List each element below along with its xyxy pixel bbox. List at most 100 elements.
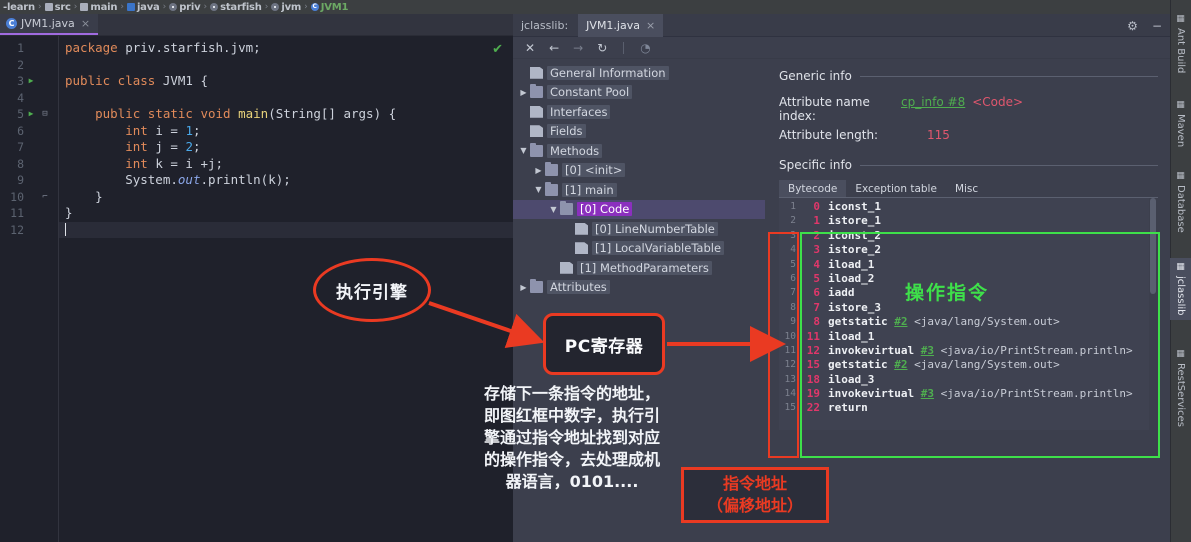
tree-node-1methodparameters[interactable]: [1] MethodParameters: [513, 258, 765, 278]
chevron-right-icon[interactable]: ▶: [517, 88, 530, 97]
gutter-line[interactable]: 5 ▶ ⊟: [0, 106, 58, 123]
toolwindow-button-maven[interactable]: ▦ Maven: [1170, 96, 1191, 151]
gutter-line[interactable]: 7: [0, 139, 58, 156]
gutter-line[interactable]: 2: [0, 57, 58, 74]
tree-node-attributes[interactable]: ▶ Attributes: [513, 278, 765, 298]
bytecode-instruction[interactable]: iadd: [828, 286, 1158, 300]
tree-node-0code[interactable]: ▼ [0] Code: [513, 199, 765, 219]
tab-misc[interactable]: Misc: [946, 180, 987, 197]
bytecode-scrollbar[interactable]: [1149, 198, 1158, 430]
bytecode-instruction[interactable]: getstatic #2 <java/lang/System.out>: [828, 315, 1158, 329]
gutter-line[interactable]: 9: [0, 172, 58, 189]
bytecode-instruction[interactable]: iload_2: [828, 272, 1158, 286]
bytecode-instruction[interactable]: return: [828, 401, 1158, 415]
chevron-right-icon[interactable]: ▶: [517, 283, 530, 292]
forward-icon[interactable]: →: [573, 41, 583, 55]
cp-info-link[interactable]: cp_info #8: [901, 95, 965, 109]
code-line[interactable]: }: [59, 205, 513, 222]
gutter-line[interactable]: 11: [0, 205, 58, 222]
jclasslib-file-tab[interactable]: JVM1.java ×: [578, 13, 664, 37]
fold-icon[interactable]: ⊟: [38, 109, 52, 119]
tree-node-interfaces[interactable]: Interfaces: [513, 102, 765, 122]
jclasslib-tree[interactable]: General Information ▶ Constant Pool Interfa…: [513, 59, 765, 542]
bytecode-instruction[interactable]: invokevirtual #3 <java/io/PrintStream.pr…: [828, 387, 1158, 401]
breadcrumb-item-starfish[interactable]: starfish: [209, 2, 263, 13]
reload-icon[interactable]: ↻: [597, 41, 607, 55]
editor-tab-jvm1[interactable]: C JVM1.java ×: [0, 14, 99, 35]
bytecode-instruction[interactable]: istore_3: [828, 301, 1158, 315]
code-area[interactable]: 1 2 3 ▶ 4 5 ▶ ⊟ 6 7 8 9 10 ⌐ 11 12 package priv.starfis…: [0, 36, 513, 542]
code-line[interactable]: int j = 2;: [59, 139, 513, 156]
bytecode-instruction[interactable]: iconst_1: [828, 200, 1158, 214]
bytecode-instruction[interactable]: iload_3: [828, 373, 1158, 387]
gutter-line[interactable]: 12: [0, 222, 58, 239]
bytecode-instruction[interactable]: getstatic #2 <java/lang/System.out>: [828, 358, 1158, 372]
toolwindow-button-jclasslib[interactable]: ▦ jclasslib: [1170, 258, 1191, 320]
gutter-line[interactable]: 8: [0, 156, 58, 173]
code-line[interactable]: public class JVM1 {: [59, 73, 513, 90]
constant-pool-ref[interactable]: #3: [921, 344, 934, 357]
gutter-line[interactable]: 1: [0, 40, 58, 57]
tree-node-generalinformation[interactable]: General Information: [513, 63, 765, 83]
bytecode-instruction[interactable]: istore_2: [828, 243, 1158, 257]
close-icon[interactable]: ✕: [525, 41, 535, 55]
scrollbar-thumb[interactable]: [1150, 198, 1156, 294]
gear-icon[interactable]: ⚙: [1127, 19, 1138, 33]
breadcrumb-item-src[interactable]: src: [44, 2, 72, 13]
run-gutter-icon[interactable]: ▶: [24, 73, 38, 89]
editor-code[interactable]: package priv.starfish.jvm; public class J…: [58, 36, 513, 542]
gutter-line[interactable]: 3 ▶: [0, 73, 58, 90]
tree-node-fields[interactable]: Fields: [513, 122, 765, 142]
bytecode-instruction[interactable]: iload_1: [828, 258, 1158, 272]
tree-node-0linenumbertable[interactable]: [0] LineNumberTable: [513, 219, 765, 239]
bytecode-instruction[interactable]: istore_1: [828, 214, 1158, 228]
bytecode-tabs[interactable]: Bytecode Exception table Misc: [779, 180, 1158, 198]
bytecode-view[interactable]: 1 2 3 4 5 6 7 8 9 10 11 12 13 14 15 0 1 2 3 4 5 6 7 8 11 12 15 18 1…: [779, 198, 1158, 430]
breadcrumb-item-learn[interactable]: -learn: [2, 2, 36, 13]
code-line[interactable]: int k = i +j;: [59, 156, 513, 173]
tab-exception-table[interactable]: Exception table: [846, 180, 946, 197]
tree-node-constantpool[interactable]: ▶ Constant Pool: [513, 83, 765, 103]
chevron-down-icon[interactable]: ▼: [532, 185, 545, 194]
code-line[interactable]: }: [59, 189, 513, 206]
constant-pool-ref[interactable]: #2: [894, 358, 907, 371]
close-icon[interactable]: ×: [646, 19, 655, 32]
tab-bytecode[interactable]: Bytecode: [779, 180, 847, 197]
tree-node-1main[interactable]: ▼ [1] main: [513, 180, 765, 200]
editor-gutter[interactable]: 1 2 3 ▶ 4 5 ▶ ⊟ 6 7 8 9 10 ⌐ 11 12: [0, 36, 58, 542]
code-line[interactable]: [59, 90, 513, 107]
toolwindow-button-database[interactable]: ▦ Database: [1170, 167, 1191, 237]
gutter-line[interactable]: 4: [0, 90, 58, 107]
code-line[interactable]: int i = 1;: [59, 123, 513, 140]
run-gutter-icon[interactable]: ▶: [24, 106, 38, 122]
tree-node-methods[interactable]: ▼ Methods: [513, 141, 765, 161]
breadcrumb-item-priv[interactable]: priv: [168, 2, 201, 13]
fold-icon[interactable]: ⌐: [38, 192, 52, 202]
breadcrumb-item-main[interactable]: main: [79, 2, 118, 13]
minimize-icon[interactable]: −: [1152, 19, 1162, 33]
code-line[interactable]: System.out.println(k);: [59, 172, 513, 189]
toolwindow-button-ant-build[interactable]: ▦ Ant Build: [1170, 10, 1191, 77]
tree-node-0init[interactable]: ▶ [0] <init>: [513, 161, 765, 181]
bytecode-instruction[interactable]: iconst_2: [828, 229, 1158, 243]
gutter-line[interactable]: 10 ⌐: [0, 189, 58, 206]
constant-pool-ref[interactable]: #2: [894, 315, 907, 328]
code-line[interactable]: public static void main(String[] args) {: [59, 106, 513, 123]
code-line[interactable]: package priv.starfish.jvm;: [59, 40, 513, 57]
jclasslib-toolbar[interactable]: ✕ ← → ↻ ◔: [513, 37, 1170, 59]
breadcrumb[interactable]: -learn › src › main › java › priv › starfish › jvm › C…: [0, 0, 1191, 14]
chevron-right-icon[interactable]: ▶: [532, 166, 545, 175]
constant-pool-ref[interactable]: #3: [921, 387, 934, 400]
code-line[interactable]: [59, 221, 513, 238]
gutter-line[interactable]: 6: [0, 123, 58, 140]
close-icon[interactable]: ×: [81, 17, 90, 30]
back-icon[interactable]: ←: [549, 41, 559, 55]
breadcrumb-item-jvm1[interactable]: C JVM1: [310, 2, 350, 13]
bytecode-instruction[interactable]: invokevirtual #3 <java/io/PrintStream.pr…: [828, 344, 1158, 358]
chevron-down-icon[interactable]: ▼: [547, 205, 560, 214]
breadcrumb-item-java[interactable]: java: [126, 2, 161, 13]
toolwindow-button-restservices[interactable]: ▦ RestServices: [1170, 345, 1191, 431]
breadcrumb-item-jvm[interactable]: jvm: [270, 2, 302, 13]
right-toolwindow-strip[interactable]: ▦ Ant Build ▦ Maven ▦ Database ▦ jclasslib ▦ Rest…: [1170, 0, 1191, 542]
chevron-down-icon[interactable]: ▼: [517, 146, 530, 155]
